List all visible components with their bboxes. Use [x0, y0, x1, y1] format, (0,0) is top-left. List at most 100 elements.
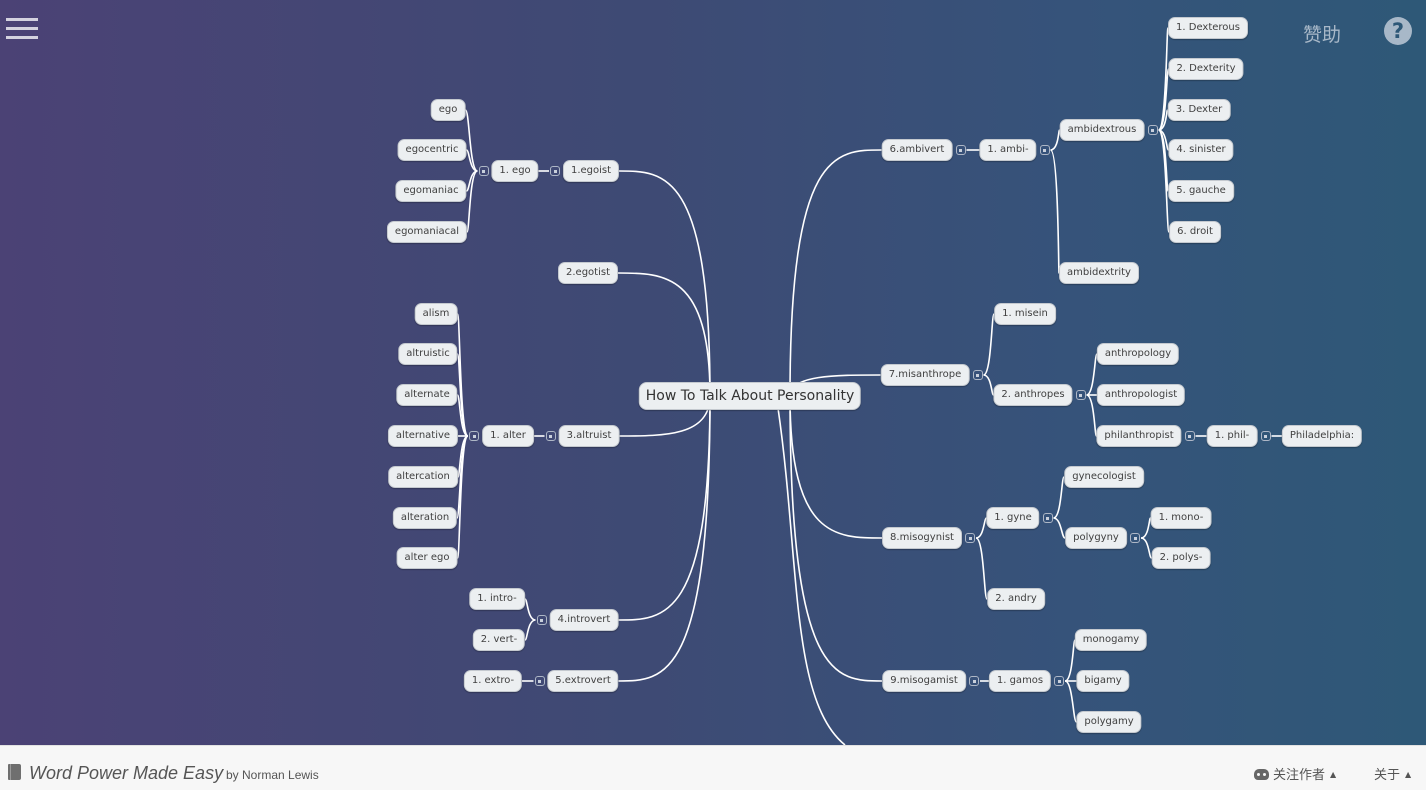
- topic-node[interactable]: 2. anthropes: [993, 384, 1073, 406]
- mindmap-link: [975, 537, 988, 600]
- topic-node[interactable]: 1. misein: [994, 303, 1056, 325]
- book-title: Word Power Made Easy: [29, 763, 224, 783]
- mindmap-link: [1064, 680, 1078, 723]
- topic-node[interactable]: 9.misogamist: [882, 670, 966, 692]
- book-author: by Norman Lewis: [226, 768, 319, 782]
- topic-node[interactable]: egomaniac: [395, 180, 467, 202]
- topic-node[interactable]: 2. Dexterity: [1168, 58, 1244, 80]
- collapse-toggle-icon[interactable]: [1147, 125, 1158, 135]
- topic-node[interactable]: 1. ambi-: [979, 139, 1037, 161]
- topic-node[interactable]: Philadelphia:: [1281, 425, 1363, 447]
- mindmap-link: [524, 619, 536, 641]
- mindmap-link: [1053, 476, 1065, 519]
- mindmap-link: [983, 374, 995, 396]
- topic-node[interactable]: ambidextrity: [1059, 262, 1139, 284]
- collapse-toggle-icon[interactable]: [1039, 145, 1050, 155]
- sponsor-link[interactable]: 赞助: [1303, 20, 1341, 47]
- topic-node[interactable]: 6. droit: [1169, 221, 1221, 243]
- topic-node[interactable]: ego: [430, 99, 466, 121]
- collapse-toggle-icon[interactable]: [965, 533, 975, 543]
- about-menu[interactable]: 关于 ▲: [1374, 764, 1411, 783]
- collapse-toggle-icon[interactable]: [1042, 513, 1053, 523]
- mindmap-link: [618, 395, 711, 621]
- topic-node[interactable]: 1. intro-: [469, 588, 525, 610]
- topic-node[interactable]: 1.egoist: [562, 160, 620, 182]
- mindmap-link: [464, 109, 479, 172]
- topic-node[interactable]: altercation: [388, 466, 458, 488]
- topic-node[interactable]: 2.egotist: [558, 262, 618, 284]
- topic-node[interactable]: alism: [414, 303, 458, 325]
- topic-node[interactable]: 4.introvert: [549, 609, 619, 631]
- topic-node[interactable]: 4. sinister: [1168, 139, 1234, 161]
- topic-node[interactable]: 7.misanthrope: [880, 364, 970, 386]
- follow-author-label: 关注作者: [1273, 768, 1326, 783]
- mindmap-link: [618, 170, 711, 397]
- topic-node[interactable]: alternate: [396, 384, 458, 406]
- collapse-toggle-icon[interactable]: [969, 676, 979, 686]
- topic-node[interactable]: alternative: [387, 425, 459, 447]
- collapse-toggle-icon[interactable]: [1184, 431, 1195, 441]
- collapse-toggle-icon[interactable]: [1260, 431, 1271, 441]
- root-topic-node[interactable]: How To Talk About Personality: [638, 382, 862, 410]
- hamburger-menu-icon[interactable]: [6, 18, 38, 40]
- collapse-toggle-icon[interactable]: [1054, 676, 1064, 686]
- topic-node[interactable]: polygyny: [1065, 527, 1127, 549]
- topic-node[interactable]: alteration: [392, 507, 458, 529]
- topic-node[interactable]: bigamy: [1076, 670, 1130, 692]
- topic-node[interactable]: 2. vert-: [472, 629, 526, 651]
- topic-node[interactable]: 1. Dexterous: [1168, 17, 1248, 39]
- mindmap-canvas[interactable]: How To Talk About Personality 1.egoist 1. …: [0, 0, 1426, 745]
- topic-node[interactable]: 5.extrovert: [547, 670, 619, 692]
- mindmap-link: [618, 395, 711, 682]
- topic-node[interactable]: 1. alter: [482, 425, 534, 447]
- book-icon: [8, 764, 21, 780]
- topic-node[interactable]: 6.ambivert: [881, 139, 953, 161]
- topic-node[interactable]: 2. polys-: [1151, 547, 1211, 569]
- collapse-toggle-icon[interactable]: [1130, 533, 1140, 543]
- mindmap-link: [524, 598, 536, 621]
- question-circle-icon[interactable]: ?: [1384, 17, 1412, 45]
- mindmap-link: [1050, 129, 1061, 151]
- mindmap-link: [975, 517, 988, 539]
- collapse-toggle-icon[interactable]: [536, 615, 547, 625]
- mindmap-link: [1086, 353, 1098, 396]
- collapse-toggle-icon[interactable]: [478, 166, 489, 176]
- topic-node[interactable]: 1. gyne: [986, 507, 1040, 529]
- collapse-toggle-icon[interactable]: [955, 145, 966, 155]
- topic-node[interactable]: 3. Dexter: [1167, 99, 1231, 121]
- topic-node[interactable]: anthropology: [1096, 343, 1180, 365]
- mindmap-link: [1049, 149, 1060, 274]
- topic-node[interactable]: 1. mono-: [1150, 507, 1212, 529]
- topic-node[interactable]: 1. gamos: [988, 670, 1052, 692]
- topic-node[interactable]: gynecologist: [1064, 466, 1144, 488]
- collapse-toggle-icon[interactable]: [972, 370, 983, 380]
- collapse-toggle-icon[interactable]: [469, 431, 479, 441]
- about-label: 关于: [1374, 768, 1401, 783]
- topic-node[interactable]: anthropologist: [1096, 384, 1186, 406]
- collapse-toggle-icon[interactable]: [545, 431, 556, 441]
- mindmap-link: [617, 272, 711, 397]
- topic-node[interactable]: 1. phil-: [1206, 425, 1258, 447]
- mindmap-link: [466, 170, 479, 233]
- topic-node[interactable]: 1. ego: [491, 160, 539, 182]
- topic-node[interactable]: 2. andry: [987, 588, 1045, 610]
- topic-node[interactable]: monogamy: [1074, 629, 1148, 651]
- topic-node[interactable]: altruistic: [398, 343, 458, 365]
- follow-author-menu[interactable]: 关注作者 ▲: [1254, 764, 1336, 783]
- collapse-toggle-icon[interactable]: [550, 166, 560, 176]
- topic-node[interactable]: ambidextrous: [1059, 119, 1145, 141]
- topic-node[interactable]: 8.misogynist: [882, 527, 962, 549]
- caret-up-icon: ▲: [1330, 770, 1337, 779]
- topic-node[interactable]: 1. extro-: [463, 670, 523, 692]
- topic-node[interactable]: egomaniacal: [386, 221, 468, 243]
- caret-up-icon: ▲: [1405, 770, 1412, 779]
- topic-node[interactable]: alter ego: [396, 547, 458, 569]
- topic-node[interactable]: 3.altruist: [558, 425, 620, 447]
- collapse-toggle-icon[interactable]: [1075, 390, 1086, 400]
- topic-node[interactable]: egocentric: [397, 139, 467, 161]
- topic-node[interactable]: 5. gauche: [1168, 180, 1234, 202]
- mindmap-link: [1140, 537, 1153, 559]
- topic-node[interactable]: polygamy: [1076, 711, 1142, 733]
- collapse-toggle-icon[interactable]: [534, 676, 545, 686]
- topic-node[interactable]: philanthropist: [1096, 425, 1182, 447]
